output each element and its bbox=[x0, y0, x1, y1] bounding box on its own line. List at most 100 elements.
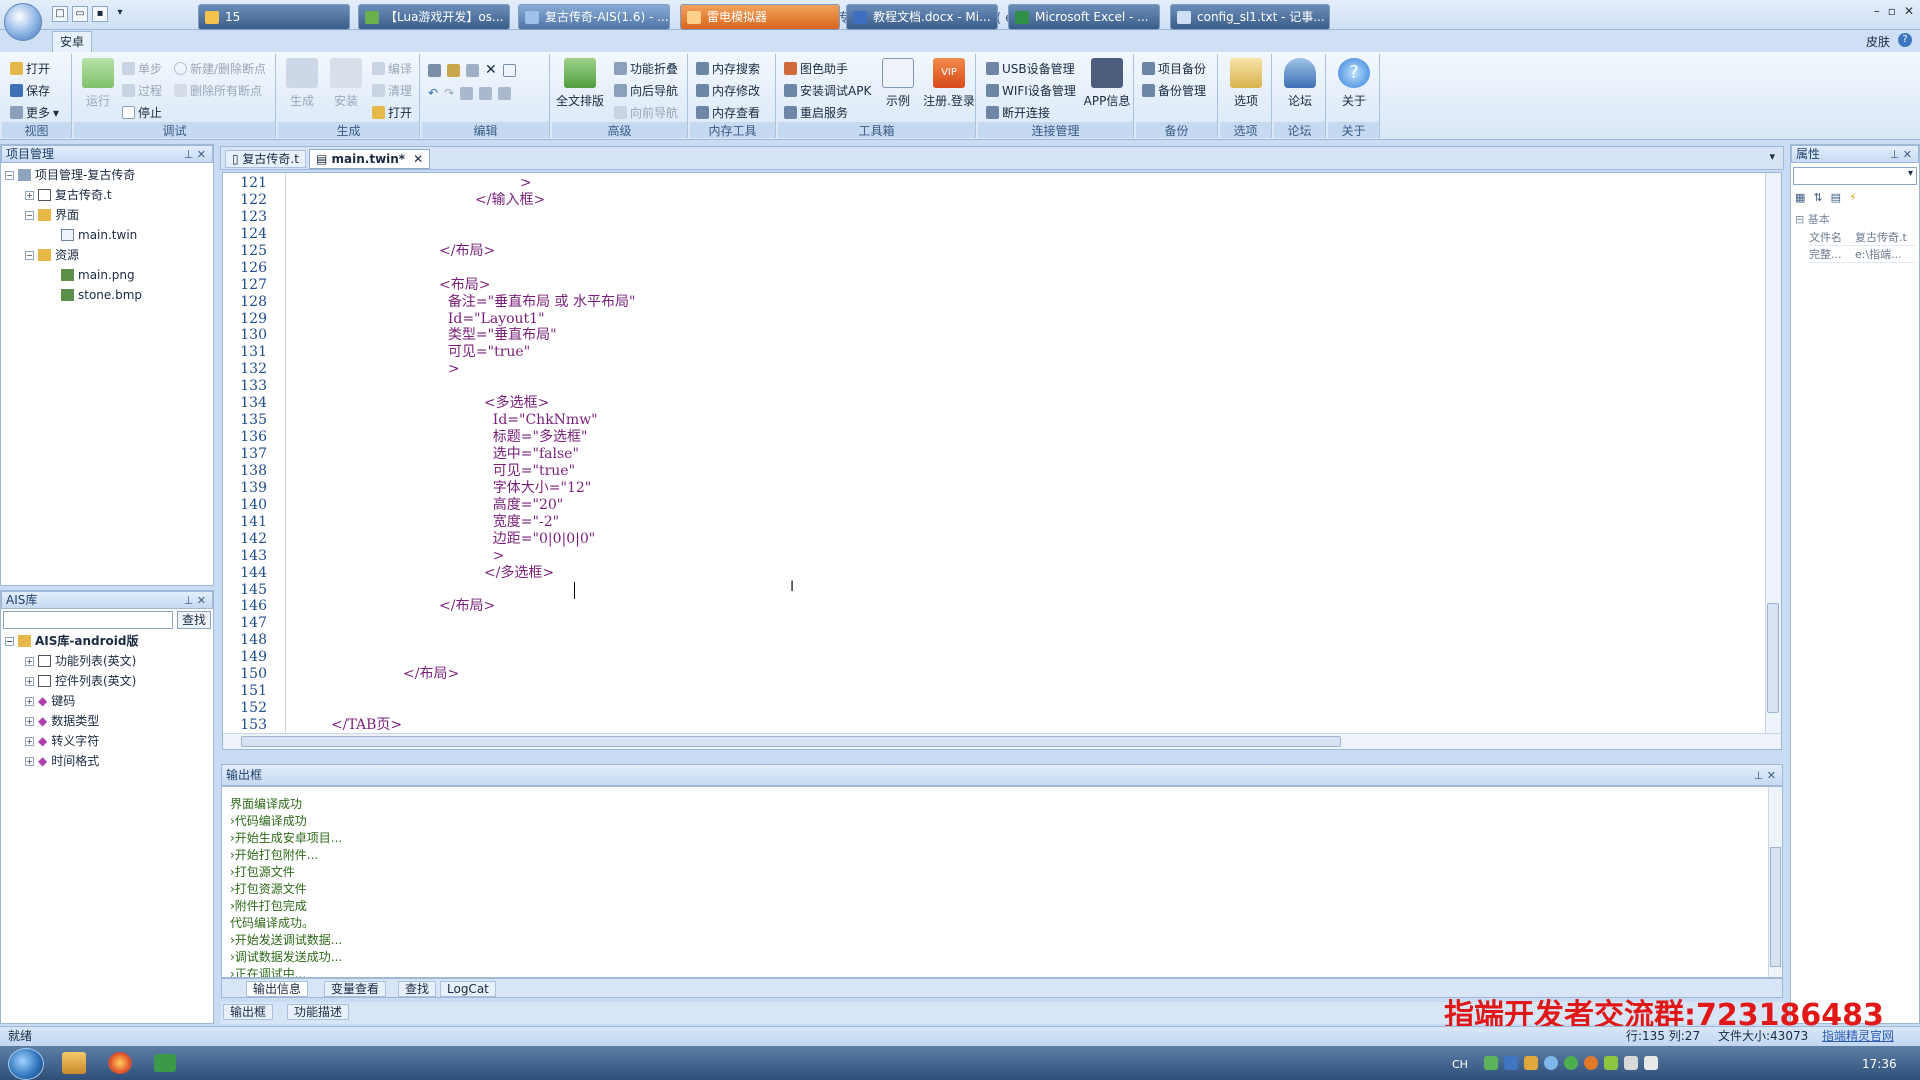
usb-device-button[interactable]: USB设备管理 bbox=[986, 60, 1075, 77]
taskbar-item[interactable]: config_sl1.txt - 记事... bbox=[1170, 4, 1330, 30]
format-all-button[interactable]: 全文排版 bbox=[554, 58, 606, 109]
taskbar-item[interactable]: 15 bbox=[198, 4, 350, 30]
tree-item-ui[interactable]: − 界面 bbox=[25, 205, 79, 225]
clean-button[interactable]: 清理 bbox=[372, 82, 412, 99]
select-all-icon[interactable] bbox=[502, 63, 516, 77]
library-item[interactable]: + ◆ 时间格式 bbox=[25, 751, 99, 771]
tree-item-script[interactable]: + 复古传奇.t bbox=[25, 185, 112, 205]
doc-tab-script[interactable]: ▯ 复古传奇.t bbox=[225, 150, 306, 168]
tree-item-stone-bmp[interactable]: stone.bmp bbox=[61, 285, 142, 305]
expand-icon[interactable]: + bbox=[25, 756, 34, 766]
tab-variables[interactable]: 变量查看 bbox=[324, 981, 387, 997]
tab-find[interactable]: 查找 bbox=[398, 981, 437, 997]
backup-manage-button[interactable]: 备份管理 bbox=[1142, 82, 1206, 99]
procedure-button[interactable]: 过程 bbox=[122, 82, 162, 99]
tab-android[interactable]: 安卓 bbox=[52, 31, 92, 52]
taskbar-item[interactable]: Microsoft Excel - ... bbox=[1008, 4, 1160, 30]
minimize-button[interactable]: – bbox=[1874, 4, 1880, 18]
memory-modify-button[interactable]: 内存修改 bbox=[696, 82, 760, 99]
close-tab-icon[interactable]: ✕ bbox=[413, 152, 423, 166]
horizontal-scroll-thumb[interactable] bbox=[241, 736, 1341, 747]
skin-menu[interactable]: 皮肤 bbox=[1866, 33, 1890, 50]
property-row[interactable]: 完整... e:\指端... bbox=[1809, 246, 1917, 263]
tray-icon[interactable] bbox=[1564, 1056, 1578, 1070]
expand-icon[interactable]: + bbox=[25, 656, 34, 666]
save-button[interactable]: 保存 bbox=[10, 82, 50, 99]
taskbar-item[interactable]: 教程文档.docx - Mi... bbox=[846, 4, 998, 30]
run-button[interactable]: 运行 bbox=[76, 58, 120, 109]
input-language[interactable]: CH bbox=[1452, 1058, 1468, 1071]
copy-icon[interactable] bbox=[466, 63, 479, 77]
official-site-link[interactable]: 指端精灵官网 bbox=[1822, 1027, 1894, 1046]
horizontal-scrollbar[interactable] bbox=[223, 733, 1781, 749]
library-search-input[interactable] bbox=[3, 611, 173, 629]
collapse-icon[interactable]: − bbox=[5, 636, 14, 646]
tab-logcat[interactable]: LogCat bbox=[440, 981, 496, 997]
color-helper-button[interactable]: 图色助手 bbox=[784, 60, 848, 77]
restart-service-button[interactable]: 重启服务 bbox=[784, 104, 848, 121]
delete-icon[interactable]: ✕ bbox=[485, 62, 497, 78]
memory-search-button[interactable]: 内存搜索 bbox=[696, 60, 760, 77]
undo-icon[interactable]: ↶ bbox=[428, 86, 438, 100]
app-menu-orb[interactable] bbox=[4, 3, 42, 41]
tree-item-resources[interactable]: − 资源 bbox=[25, 245, 79, 265]
paste-icon[interactable] bbox=[447, 63, 460, 77]
tray-icon[interactable] bbox=[1604, 1056, 1618, 1070]
tray-icon[interactable] bbox=[1524, 1056, 1538, 1070]
tree-item-main-png[interactable]: main.png bbox=[61, 265, 135, 285]
taskbar-item[interactable]: 复古传奇-AIS(1.6) - ... bbox=[518, 4, 670, 30]
chat-app-icon[interactable] bbox=[154, 1054, 176, 1072]
clear-breakpoints-button[interactable]: 删除所有断点 bbox=[174, 82, 262, 99]
project-backup-button[interactable]: 项目备份 bbox=[1142, 60, 1206, 77]
open-button[interactable]: 打开 bbox=[10, 60, 50, 77]
tab-list-dropdown-icon[interactable]: ▾ bbox=[1769, 150, 1775, 163]
categorized-icon[interactable]: ▦ bbox=[1795, 191, 1805, 204]
collapse-icon[interactable]: − bbox=[25, 210, 34, 220]
expand-icon[interactable]: + bbox=[25, 716, 34, 726]
expand-icon[interactable]: + bbox=[25, 676, 34, 686]
sort-icon[interactable]: ⇅ bbox=[1813, 191, 1822, 204]
help-icon[interactable]: ? bbox=[1898, 33, 1912, 47]
find-icon[interactable] bbox=[460, 86, 474, 100]
fold-button[interactable]: 功能折叠 bbox=[614, 60, 678, 77]
library-root[interactable]: − AIS库-android版 bbox=[5, 631, 138, 651]
collapse-icon[interactable]: − bbox=[25, 250, 34, 260]
doc-tab-main-twin[interactable]: ▤ main.twin* ✕ bbox=[309, 149, 431, 169]
tray-icon[interactable] bbox=[1504, 1056, 1518, 1070]
taskbar-item[interactable]: 雷电模拟器 bbox=[680, 4, 840, 30]
step-button[interactable]: 单步 bbox=[122, 60, 162, 77]
browser-icon[interactable] bbox=[108, 1052, 132, 1074]
output-scroll-thumb[interactable] bbox=[1770, 847, 1781, 967]
library-item[interactable]: + 控件列表(英文) bbox=[25, 671, 136, 691]
expand-icon[interactable]: + bbox=[25, 696, 34, 706]
volume-icon[interactable] bbox=[1644, 1056, 1658, 1070]
panel-pin-close[interactable]: ⊥ ✕ bbox=[184, 593, 206, 609]
tray-icon[interactable] bbox=[1584, 1056, 1598, 1070]
cut-icon[interactable] bbox=[428, 63, 441, 77]
network-icon[interactable] bbox=[1624, 1056, 1638, 1070]
memory-view-button[interactable]: 内存查看 bbox=[696, 104, 760, 121]
property-row[interactable]: 文件名 复古传奇.t bbox=[1809, 229, 1917, 246]
events-icon[interactable]: ⚡ bbox=[1849, 191, 1857, 204]
tray-icon[interactable] bbox=[1544, 1056, 1558, 1070]
panel-pin-close[interactable]: ⊥ ✕ bbox=[184, 147, 206, 163]
outdent-icon[interactable] bbox=[498, 86, 512, 100]
pinned-app-icon[interactable] bbox=[62, 1052, 86, 1074]
indent-icon[interactable] bbox=[479, 86, 493, 100]
taskbar-item[interactable]: 【Lua游戏开发】os... bbox=[358, 4, 510, 30]
vertical-scrollbar[interactable] bbox=[1765, 173, 1781, 733]
object-selector[interactable]: ▾ bbox=[1793, 167, 1917, 185]
register-login-button[interactable]: VIP 注册.登录 bbox=[922, 58, 976, 109]
redo-icon[interactable]: ↷ bbox=[444, 86, 454, 100]
collapse-icon[interactable]: − bbox=[5, 170, 14, 180]
tray-icon[interactable] bbox=[1484, 1056, 1498, 1070]
tree-root[interactable]: − 项目管理-复古传奇 bbox=[5, 165, 135, 185]
nav-forward-button[interactable]: 向前导航 bbox=[614, 104, 678, 121]
tree-item-main-twin[interactable]: main.twin bbox=[61, 225, 137, 245]
library-item[interactable]: + ◆ 键码 bbox=[25, 691, 75, 711]
library-item[interactable]: + ◆ 数据类型 bbox=[25, 711, 99, 731]
start-button[interactable] bbox=[8, 1048, 44, 1080]
library-item[interactable]: + ◆ 转义字符 bbox=[25, 731, 99, 751]
stop-button[interactable]: 停止 bbox=[122, 104, 162, 121]
vertical-scroll-thumb[interactable] bbox=[1767, 603, 1779, 713]
